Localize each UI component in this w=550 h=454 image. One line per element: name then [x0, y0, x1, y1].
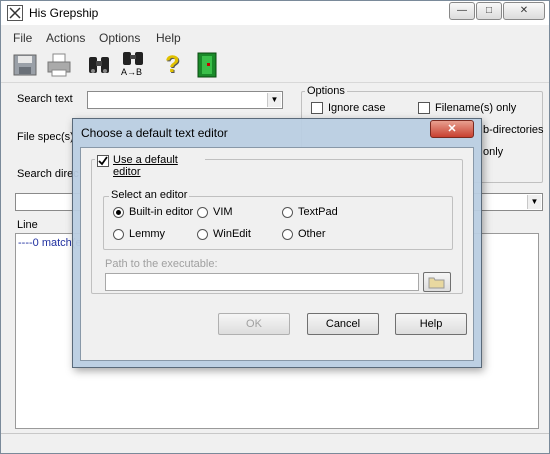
radio-builtin-editor[interactable] — [113, 207, 124, 218]
filenames-only-label: Filename(s) only — [435, 102, 517, 114]
results-column-line: Line — [17, 219, 38, 231]
save-icon[interactable] — [11, 51, 41, 79]
help-button[interactable]: Help — [395, 313, 467, 335]
browse-folder-button[interactable] — [423, 272, 451, 292]
lemmy-label: Lemmy — [129, 228, 166, 240]
search-text-combo[interactable]: ▼ — [87, 91, 283, 109]
radio-textpad[interactable] — [282, 207, 293, 218]
menu-options[interactable]: Options — [99, 31, 140, 45]
builtin-editor-label: Built-in editor — [129, 206, 194, 218]
binoculars-replace-icon[interactable]: A→B — [119, 51, 149, 79]
ok-button[interactable]: OK — [218, 313, 290, 335]
window-title: His Grepship — [29, 6, 99, 20]
title-bar: His Grepship — □ ✕ — [1, 1, 549, 25]
file-spec-label: File spec(s) — [17, 131, 74, 143]
other-label: Other — [298, 228, 326, 240]
filenames-only-checkbox[interactable] — [418, 102, 430, 114]
chevron-down-icon[interactable]: ▼ — [527, 195, 541, 209]
question-icon[interactable]: ? — [159, 51, 189, 79]
binoculars-icon[interactable] — [85, 51, 115, 79]
question-glyph: ? — [165, 51, 180, 78]
ignore-case-label: Ignore case — [328, 102, 386, 114]
select-editor-title: Select an editor — [109, 189, 190, 201]
menu-help[interactable]: Help — [156, 31, 181, 45]
status-bar — [1, 433, 549, 453]
options-group-title: Options — [305, 85, 347, 97]
close-window-button[interactable]: ✕ — [503, 2, 545, 20]
radio-other[interactable] — [282, 229, 293, 240]
search-directory-label: Search direc — [17, 168, 79, 180]
textpad-label: TextPad — [298, 206, 338, 218]
only-label: only — [483, 146, 504, 158]
menu-actions[interactable]: Actions — [46, 31, 85, 45]
radio-winedit[interactable] — [197, 229, 208, 240]
cancel-button[interactable]: Cancel — [307, 313, 379, 335]
winedit-label: WinEdit — [213, 228, 251, 240]
maximize-button[interactable]: □ — [476, 2, 502, 20]
radio-lemmy[interactable] — [113, 229, 124, 240]
minimize-button[interactable]: — — [449, 2, 475, 20]
select-editor-group — [103, 196, 453, 250]
sub-directories-label: b-directories — [483, 124, 544, 136]
vim-label: VIM — [213, 206, 233, 218]
ignore-case-checkbox[interactable] — [311, 102, 323, 114]
dialog-body: Use a default editor Select an editor Bu… — [80, 147, 474, 361]
default-editor-dialog: Choose a default text editor ✕ Use a def… — [72, 118, 482, 368]
path-label: Path to the executable: — [105, 258, 218, 270]
exit-door-icon[interactable] — [193, 51, 223, 79]
toolbar: A→B ? — [1, 47, 549, 83]
use-default-editor-row: Use a default editor — [95, 153, 205, 178]
use-default-editor-checkbox[interactable] — [97, 155, 109, 167]
path-input[interactable] — [105, 273, 419, 291]
search-text-label: Search text — [17, 93, 73, 105]
menu-file[interactable]: File — [13, 31, 32, 45]
app-icon — [7, 5, 23, 21]
dialog-close-button[interactable]: ✕ — [430, 120, 474, 138]
chevron-down-icon[interactable]: ▼ — [267, 93, 281, 107]
menu-bar: File Actions Options Help — [1, 27, 549, 47]
radio-vim[interactable] — [197, 207, 208, 218]
print-icon[interactable] — [45, 51, 75, 79]
use-default-editor-label: Use a default editor — [113, 154, 178, 178]
dialog-title: Choose a default text editor — [81, 126, 228, 140]
replace-label: A→B — [121, 67, 143, 77]
